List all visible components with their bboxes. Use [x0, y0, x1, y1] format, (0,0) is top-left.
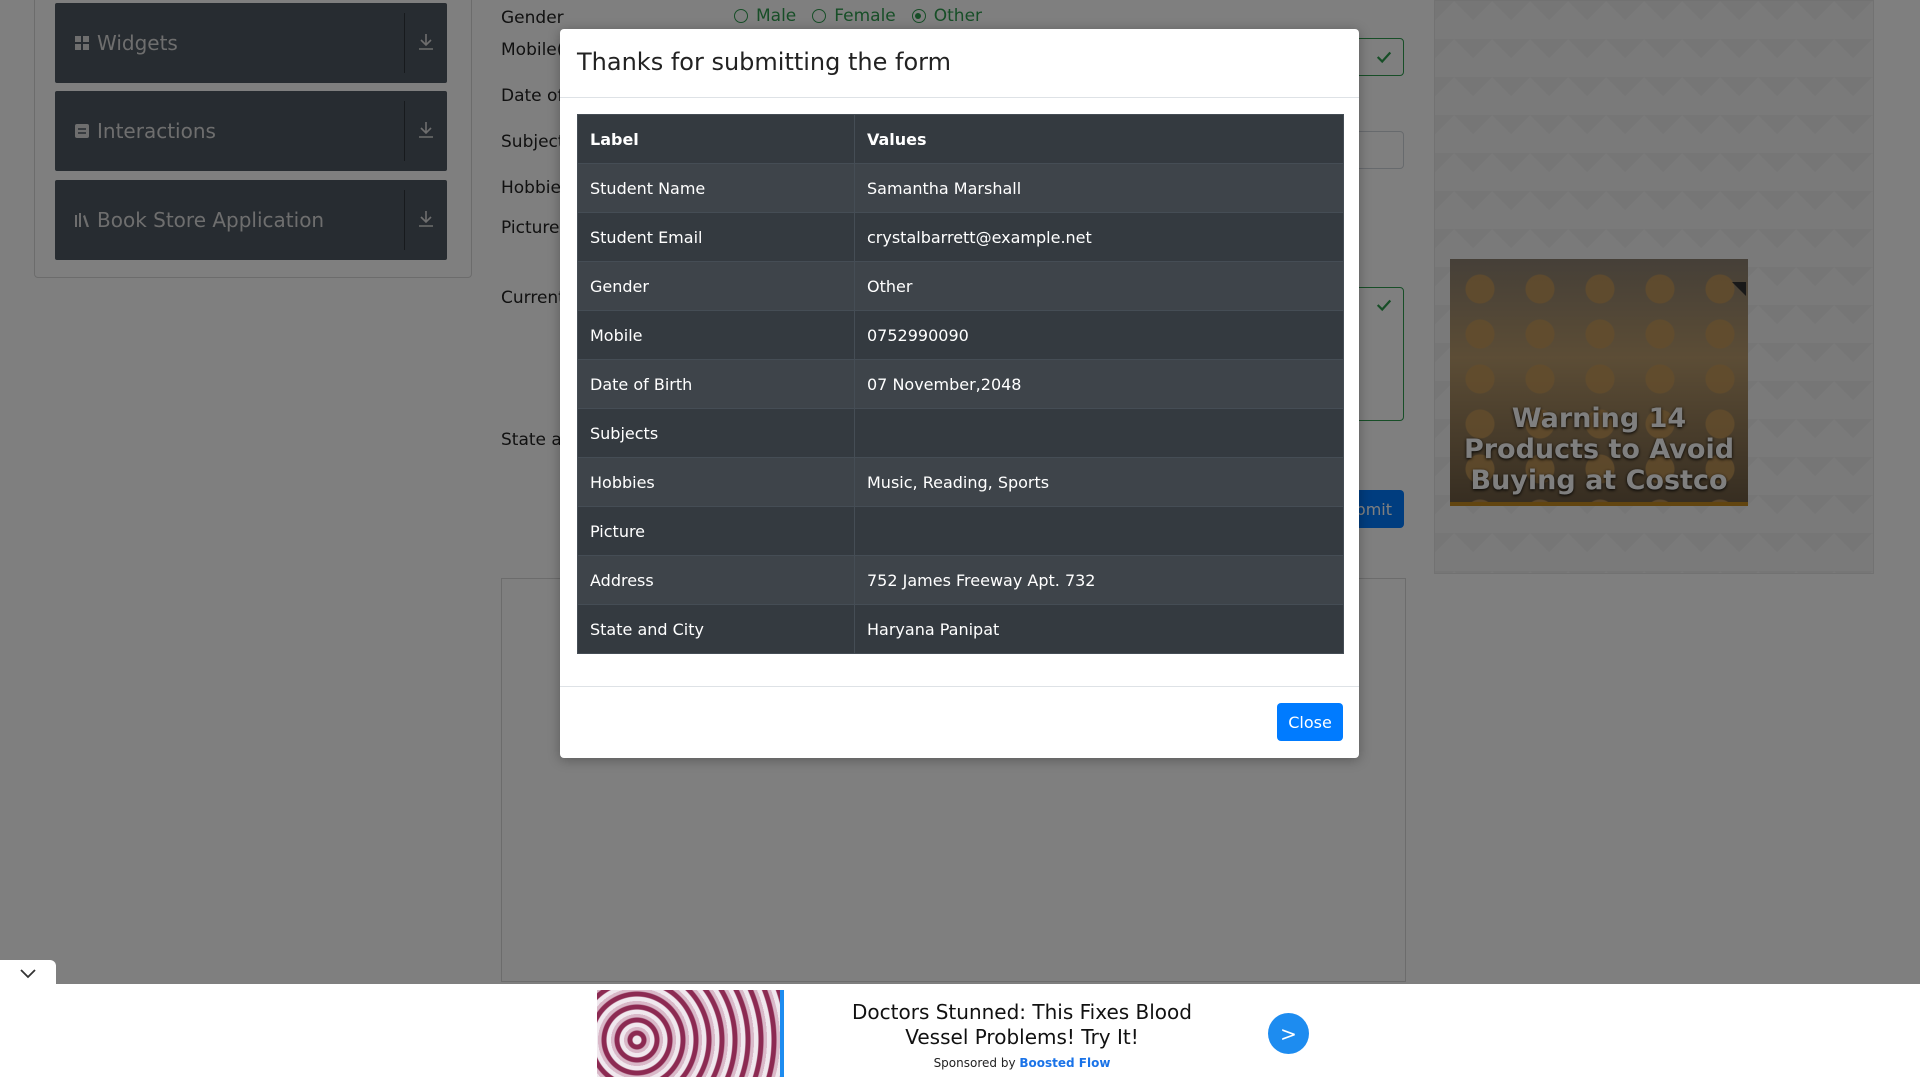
sponsored-by-label: Sponsored by — [933, 1056, 1016, 1070]
row-label-cell: Picture — [577, 506, 855, 556]
row-value-cell: 0752990090 — [854, 310, 1344, 360]
row-label-cell: Gender — [577, 261, 855, 311]
bottom-ad-thumbnail — [597, 990, 784, 1077]
row-label-cell: Subjects — [577, 408, 855, 458]
row-label-cell: Address — [577, 555, 855, 605]
column-header-values: Values — [854, 114, 1344, 164]
row-value-cell: Music, Reading, Sports — [854, 457, 1344, 507]
row-value-cell: Other — [854, 261, 1344, 311]
row-value-cell: crystalbarrett@example.net — [854, 212, 1344, 262]
bottom-ad-headline[interactable]: Doctors Stunned: This Fixes Blood Vessel… — [822, 1000, 1222, 1050]
modal-footer: Close — [560, 686, 1359, 759]
table-row: Address 752 James Freeway Apt. 732 — [577, 555, 1344, 605]
row-value-cell: 752 James Freeway Apt. 732 — [854, 555, 1344, 605]
row-label-cell: Date of Birth — [577, 359, 855, 409]
column-header-label: Label — [577, 114, 855, 164]
row-value-cell: Haryana Panipat — [854, 604, 1344, 654]
table-row: Picture — [577, 506, 1344, 556]
row-label-cell: State and City — [577, 604, 855, 654]
row-label-cell: Student Email — [577, 212, 855, 262]
bottom-ad-banner[interactable]: Doctors Stunned: This Fixes Blood Vessel… — [0, 984, 1920, 1080]
table-row: Student Name Samantha Marshall — [577, 163, 1344, 213]
row-label-cell: Student Name — [577, 163, 855, 213]
table-row: State and City Haryana Panipat — [577, 604, 1344, 654]
results-table: Label Values Student Name Samantha Marsha… — [577, 114, 1344, 654]
row-value-cell — [854, 506, 1344, 556]
row-value-cell — [854, 408, 1344, 458]
row-value-cell: Samantha Marshall — [854, 163, 1344, 213]
sponsor-link[interactable]: Boosted Flow — [1019, 1056, 1110, 1070]
submission-modal: Thanks for submitting the form Label Val… — [560, 29, 1359, 758]
table-row: Date of Birth 07 November,2048 — [577, 359, 1344, 409]
chevron-down-icon — [20, 969, 36, 979]
modal-header: Thanks for submitting the form — [560, 29, 1359, 98]
modal-title: Thanks for submitting the form — [577, 48, 951, 76]
close-button[interactable]: Close — [1277, 703, 1343, 741]
table-row: Mobile 0752990090 — [577, 310, 1344, 360]
bottom-ad-go-button[interactable]: > — [1268, 1013, 1309, 1054]
bottom-ad-sponsor-line: Sponsored by Boosted Flow — [822, 1056, 1222, 1070]
table-header-row: Label Values — [577, 114, 1344, 164]
results-table-wrapper: Label Values Student Name Samantha Marsha… — [577, 114, 1344, 654]
table-row: Student Email crystalbarrett@example.net — [577, 212, 1344, 262]
row-value-cell: 07 November,2048 — [854, 359, 1344, 409]
table-row: Subjects — [577, 408, 1344, 458]
row-label-cell: Hobbies — [577, 457, 855, 507]
row-label-cell: Mobile — [577, 310, 855, 360]
table-row: Hobbies Music, Reading, Sports — [577, 457, 1344, 507]
table-row: Gender Other — [577, 261, 1344, 311]
